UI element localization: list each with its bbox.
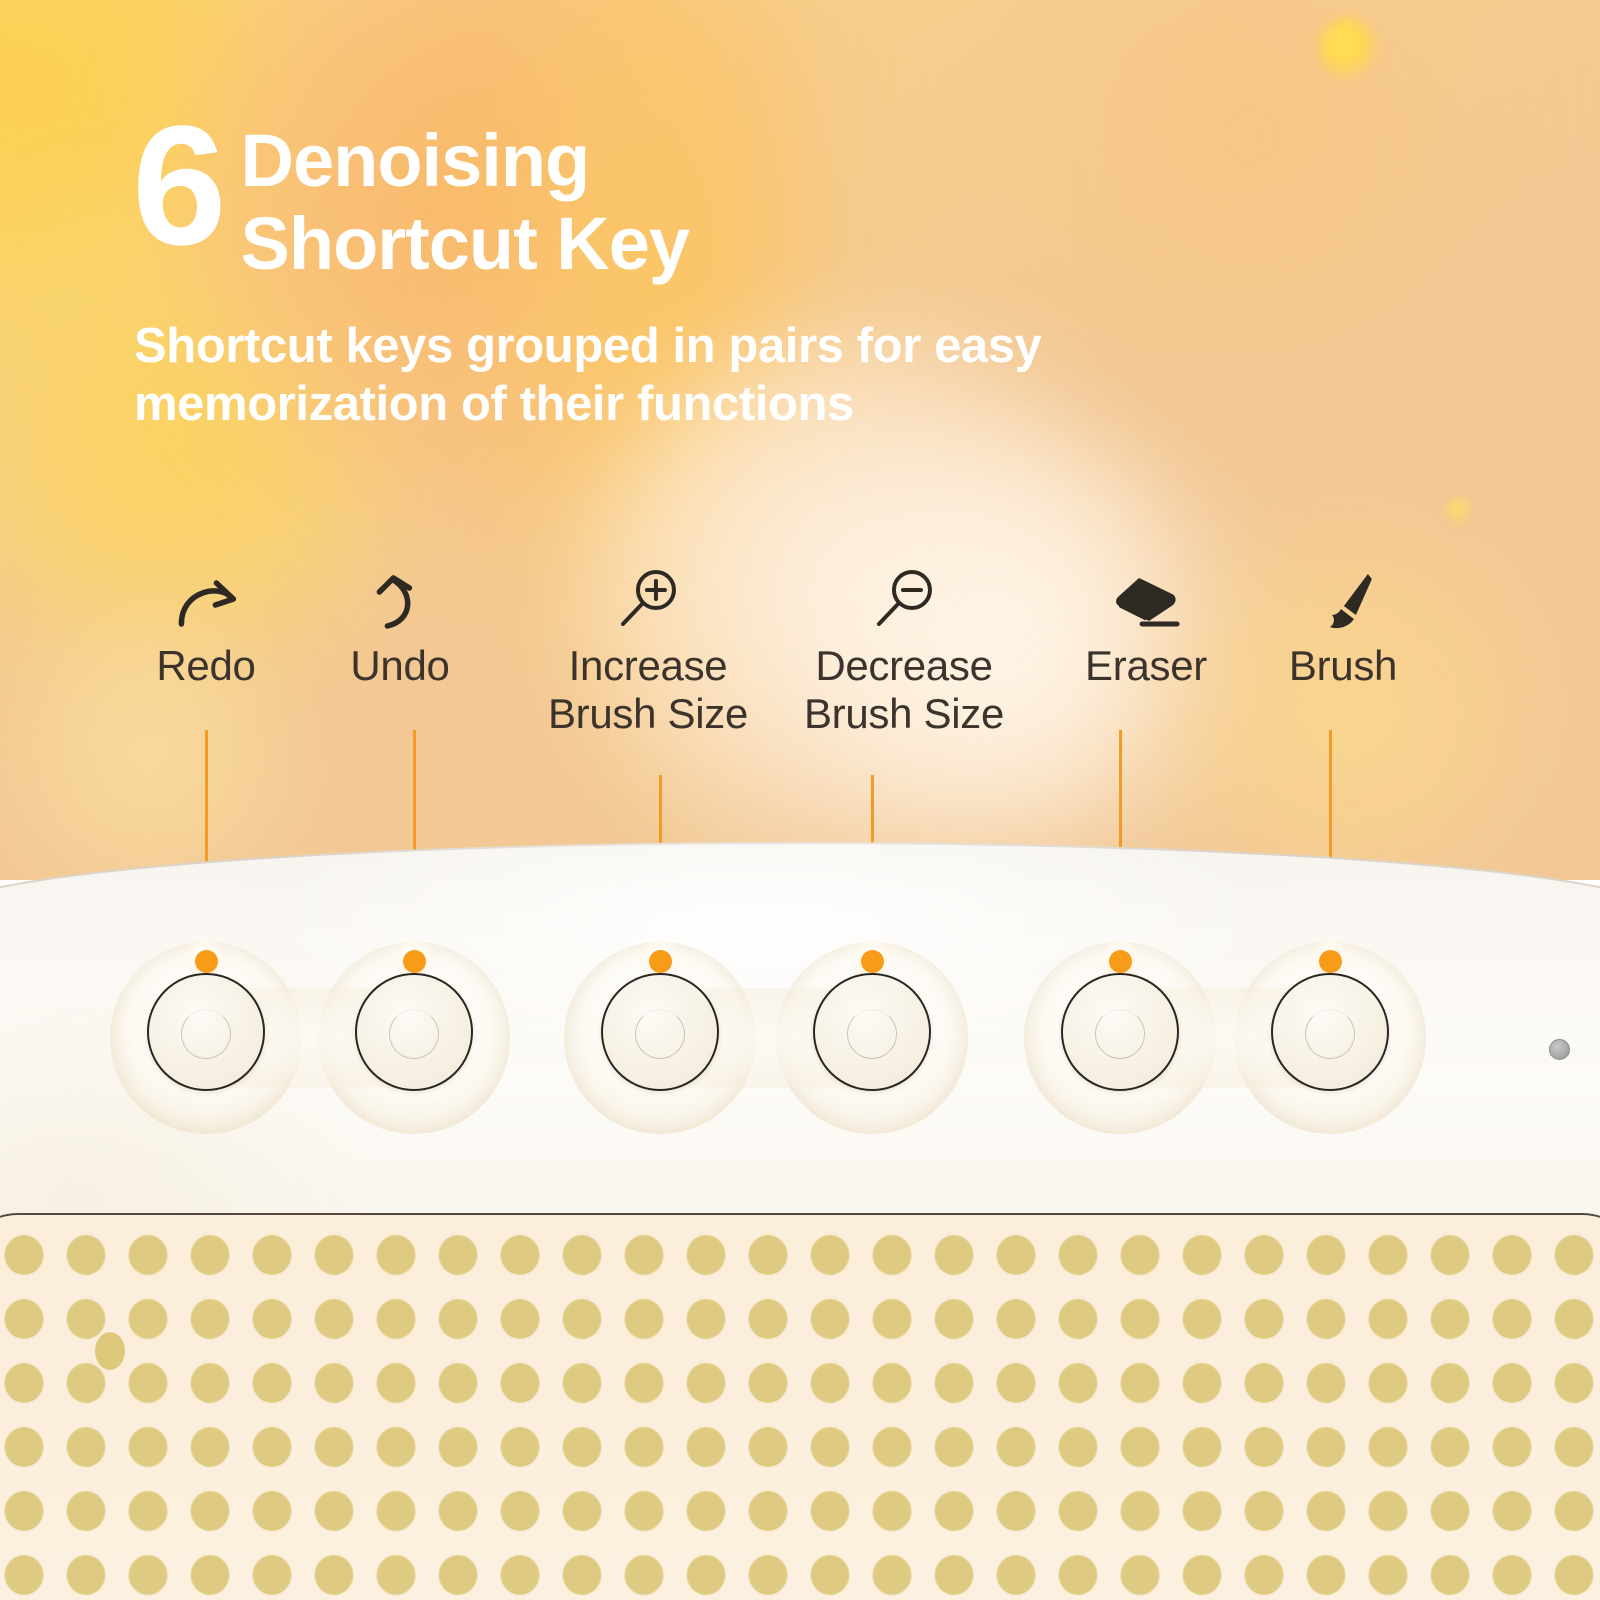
feature-label: Decrease Brush Size [803, 642, 1005, 737]
pad-accent-dot [95, 1332, 125, 1370]
bokeh-highlight-dot [1320, 18, 1376, 80]
undo-key-led [403, 950, 426, 973]
status-led-icon [1549, 1039, 1570, 1060]
bokeh-blob [980, 0, 1520, 370]
subtitle-line-1: Shortcut keys grouped in pairs for easy [134, 319, 1042, 373]
undo-key-button[interactable] [355, 973, 473, 1091]
increase-brush-size-key-button[interactable] [601, 973, 719, 1091]
brush-key-led [1319, 950, 1342, 973]
eraser-key-button[interactable] [1061, 973, 1179, 1091]
feature-label: Increase Brush Size [547, 642, 749, 737]
bokeh-highlight-dot [1446, 498, 1472, 524]
feature-eraser: Eraser [1085, 568, 1207, 690]
subtitle-block: Shortcut keys grouped in pairs for easy … [134, 318, 1194, 434]
magnifier-plus-icon [548, 568, 748, 634]
eraser-key-led [1109, 950, 1132, 973]
feature-redo: Redo [156, 568, 256, 690]
headline-block: 6 Denoising Shortcut Key [132, 91, 691, 286]
eraser-icon [1085, 568, 1207, 634]
feature-count-number: 6 [132, 91, 227, 281]
undo-arrow-icon [350, 568, 449, 634]
feature-brush: Brush [1289, 568, 1397, 690]
increase-key-led [649, 950, 672, 973]
product-infographic: 6 Denoising Shortcut Key Shortcut keys g… [0, 0, 1600, 1600]
redo-key-button[interactable] [147, 973, 265, 1091]
feature-increase-brush-size: Increase Brush Size [548, 568, 748, 738]
magnifier-minus-icon [804, 568, 1004, 634]
headline-line-1: Denoising [240, 119, 591, 202]
feature-label: Redo [156, 642, 256, 689]
feature-label: Eraser [1085, 642, 1207, 689]
headline-text: Denoising Shortcut Key [240, 108, 691, 286]
decrease-brush-size-key-button[interactable] [813, 973, 931, 1091]
redo-arrow-icon [156, 568, 255, 634]
feature-label: Undo [350, 642, 450, 689]
decrease-key-led [861, 950, 884, 973]
paintbrush-icon [1289, 568, 1397, 634]
drawing-pad-surface[interactable] [0, 1213, 1600, 1600]
pad-dot-grid [0, 1215, 1600, 1600]
brush-key-button[interactable] [1271, 973, 1389, 1091]
redo-key-led [195, 950, 218, 973]
feature-decrease-brush-size: Decrease Brush Size [804, 568, 1004, 738]
feature-undo: Undo [350, 568, 450, 690]
headline-line-2: Shortcut Key [240, 201, 691, 285]
feature-label: Brush [1288, 642, 1398, 689]
subtitle-line-2: memorization of their functions [134, 376, 854, 431]
